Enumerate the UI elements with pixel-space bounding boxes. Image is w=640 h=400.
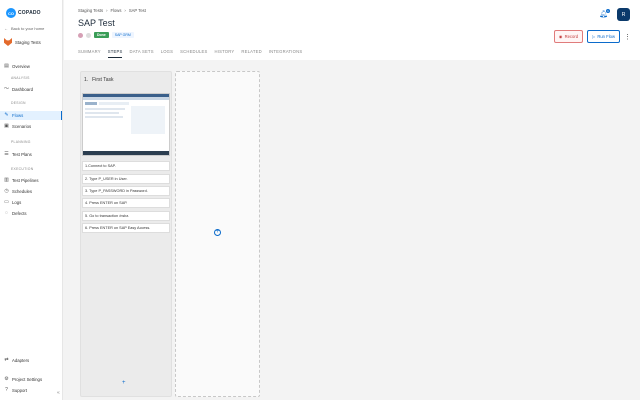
task-title: First Task [92,77,114,83]
record-icon: ◉ [558,34,563,39]
section-label-analysis: ANALYSIS [11,76,30,80]
tab-related[interactable]: RELATED [241,49,261,58]
play-icon: ▷ [592,34,596,39]
header-actions: ◉ Record ▷ Run Flow ⋮ [553,30,631,43]
breadcrumb-flows[interactable]: Flows [110,8,121,13]
sidebar-item-label: Support [12,388,28,393]
sidebar-item-support[interactable]: ? Support [0,386,62,395]
flow-meta: Done SAP GRM [78,32,134,38]
breadcrumb-separator: › [106,8,108,13]
add-task-button[interactable]: + [214,229,221,236]
sidebar-item-defects[interactable]: ◌ Defects [0,209,62,218]
user-avatar[interactable]: R [617,8,630,21]
owner-avatar-icon [78,32,83,38]
pipelines-icon: ▥ [4,177,9,183]
tab-data-sets[interactable]: DATA SETS [129,49,153,58]
project-selector[interactable]: Staging Tests [4,38,41,46]
sidebar-item-label: Flows [12,113,24,118]
step-item[interactable]: 2. Type P_USER in User. [82,174,170,184]
more-options-icon[interactable]: ⋮ [624,33,631,41]
sidebar-item-label: Test Pipelines [12,178,39,183]
sidebar-item-label: Test Plans [12,152,32,157]
breadcrumb: Staging Tests › Flows › SAP Test [78,8,146,13]
step-item[interactable]: 1.Connect to SAP. [82,161,170,171]
sidebar-item-project-settings[interactable]: ⚙ Project Settings [0,375,62,384]
logo[interactable]: CO COPADO [6,8,41,18]
logo-text: COPADO [18,10,41,16]
sidebar-item-scenarios[interactable]: ▣ Scenarios [0,122,62,131]
test-plans-icon: ☰ [4,151,9,157]
run-flow-button[interactable]: ▷ Run Flow [587,30,620,43]
support-icon: ? [5,387,8,393]
sidebar-item-test-plans[interactable]: ☰ Test Plans [0,150,62,159]
breadcrumb-current: SAP Test [128,8,146,13]
type-badge: SAP GRM [111,32,134,38]
page-title: SAP Test [78,18,115,28]
task-index: 1. [84,77,89,83]
settings-icon: ⚙ [4,376,9,382]
page-header: Staging Tests › Flows › SAP Test SAP Tes… [64,0,640,60]
step-item[interactable]: 5. Go to transaction /nsbz. [82,211,170,221]
section-label-design: DESIGN [11,101,26,105]
sap-screen-thumbnail-image [83,94,169,155]
header-user-area: 🔔︎ 1 R [599,8,630,21]
arrow-left-icon: ← [4,26,8,31]
back-to-home-link[interactable]: ← Back to your home [4,26,44,31]
tab-schedules[interactable]: SCHEDULES [180,49,207,58]
sidebar-item-test-pipelines[interactable]: ▥ Test Pipelines [0,176,62,185]
add-step-button[interactable]: + [122,380,126,386]
sidebar-item-schedules[interactable]: ◷ Schedules [0,187,62,196]
task-screenshot-thumbnail[interactable] [82,93,170,156]
tab-steps[interactable]: STEPS [107,49,123,58]
sidebar-item-flows[interactable]: ✎ Flows [0,111,62,120]
step-item[interactable]: 4. Press ENTER on SAP. [82,198,170,208]
status-badge: Done [94,32,109,38]
sidebar-item-label: Dashboard [12,87,34,92]
logs-icon: ▭ [4,199,9,205]
run-label: Run Flow [597,34,615,39]
project-logo-icon [4,38,12,46]
sidebar-item-adapters[interactable]: ⇄ Adapters [0,356,62,365]
watchers-icon [86,32,91,38]
project-name: Staging Tests [15,39,41,45]
record-label: Record [564,34,579,39]
tab-logs[interactable]: LOGS [161,49,173,58]
section-label-planning: PLANNING [11,140,31,144]
sidebar-item-label: Scenarios [12,124,32,129]
overview-icon: ▤ [4,63,9,69]
sidebar-item-label: Schedules [12,189,33,194]
breadcrumb-separator: › [124,8,126,13]
tab-summary[interactable]: SUMMARY [78,49,101,58]
sidebar-item-label: Overview [12,64,30,69]
step-item[interactable]: 6. Press ENTER on SAP Easy Access. [82,223,170,233]
schedules-icon: ◷ [4,188,9,194]
sidebar-item-label: Project Settings [12,377,43,382]
notifications-button[interactable]: 🔔︎ 1 [599,8,610,19]
sidebar-item-dashboard[interactable]: 〜 Dashboard [0,85,62,94]
sidebar-item-label: Logs [12,200,22,205]
step-item[interactable]: 3. Type P_PASSWORD in Password. [82,186,170,196]
tab-integrations[interactable]: INTEGRATIONS [269,49,303,58]
sidebar-item-logs[interactable]: ▭ Logs [0,198,62,207]
defects-icon: ◌ [5,210,8,216]
flows-icon: ✎ [4,112,9,118]
sidebar-item-label: Defects [12,211,27,216]
notification-count: 1 [606,8,610,13]
section-label-execution: EXECUTION [11,167,34,171]
sidebar-item-overview[interactable]: ▤ Overview [0,62,62,71]
breadcrumb-project[interactable]: Staging Tests [78,8,103,13]
back-label: Back to your home [11,26,45,31]
sidebar-item-label: Adapters [12,358,30,363]
scenarios-icon: ▣ [4,123,9,129]
tab-history[interactable]: HISTORY [215,49,235,58]
task-column-header[interactable]: 1. First Task [84,77,113,83]
sidebar: CO COPADO ← Back to your home Staging Te… [0,0,63,400]
dashboard-icon: 〜 [4,86,10,92]
logo-mark: CO [6,8,16,18]
record-button[interactable]: ◉ Record [553,30,584,43]
adapters-icon: ⇄ [4,357,9,363]
tab-bar: SUMMARY STEPS DATA SETS LOGS SCHEDULES H… [78,49,302,58]
collapse-sidebar-icon[interactable]: « [57,390,60,396]
